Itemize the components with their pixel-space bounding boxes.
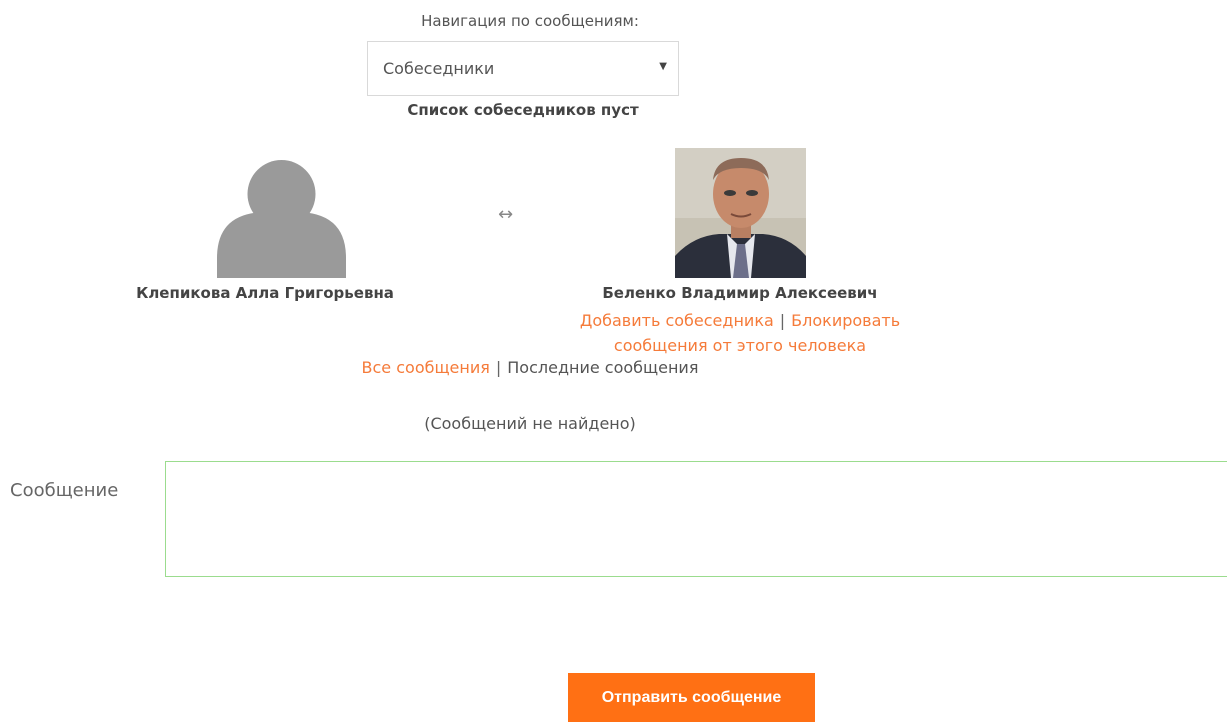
contact-name: Беленко Владимир Алексеевич (602, 284, 878, 302)
separator: | (495, 358, 502, 377)
no-messages-text: (Сообщений не найдено) (424, 414, 636, 433)
messages-navigation-label: Навигация по сообщениям: (421, 12, 639, 30)
messages-navigation-select[interactable]: Собеседники ▼ (367, 41, 679, 96)
dropdown-arrow-icon: ▼ (659, 61, 667, 72)
add-contact-link[interactable]: Добавить собеседника (580, 311, 774, 330)
contact-actions: Добавить собеседника | Блокировать сообщен… (540, 308, 940, 358)
send-message-button[interactable]: Отправить сообщение (568, 673, 815, 722)
recent-messages-label: Последние сообщения (507, 358, 699, 377)
select-value: Собеседники (383, 59, 495, 78)
all-messages-link[interactable]: Все сообщения (362, 358, 490, 377)
swap-arrows-icon: ↔ (498, 204, 514, 225)
separator: | (779, 311, 786, 330)
empty-contacts-message: Список собеседников пуст (407, 101, 639, 119)
contact-photo (675, 148, 806, 278)
message-view-nav: Все сообщения | Последние сообщения (300, 358, 760, 377)
default-avatar-icon (217, 160, 346, 278)
message-label: Сообщение (10, 480, 119, 501)
message-textarea[interactable] (165, 461, 1227, 577)
my-name: Клепикова Алла Григорьевна (136, 284, 394, 302)
